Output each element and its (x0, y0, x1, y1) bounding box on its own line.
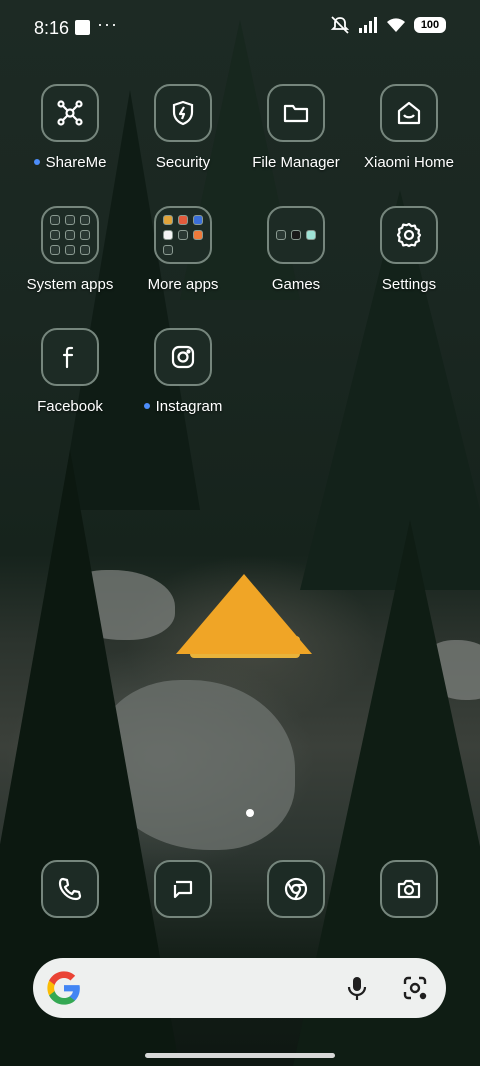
microphone-icon[interactable] (344, 975, 370, 1001)
mini-app-icon (65, 215, 75, 225)
shield-icon[interactable] (154, 84, 212, 142)
mute-icon (330, 16, 350, 34)
app-xiaomi-home[interactable]: Xiaomi Home (353, 84, 465, 171)
square-notification-icon (75, 20, 90, 35)
gear-icon[interactable] (380, 206, 438, 264)
dock-chrome[interactable] (240, 860, 352, 918)
signal-icon (359, 17, 377, 33)
mini-app-icon (50, 230, 60, 240)
app-label: More apps (147, 276, 219, 293)
mini-app-icon (65, 230, 75, 240)
new-badge-dot (143, 403, 150, 410)
wifi-icon (387, 18, 405, 32)
folder-grid-icon[interactable] (41, 206, 99, 264)
mini-app-icon (163, 230, 173, 240)
app-file-manager[interactable]: File Manager (240, 84, 352, 171)
folder-icon[interactable] (267, 84, 325, 142)
mini-app-icon (80, 215, 90, 225)
battery-indicator: 100 (414, 17, 446, 33)
mini-app-icon (193, 215, 203, 225)
folder-games[interactable]: Games (240, 206, 352, 293)
more-dots-icon: ··· (97, 14, 118, 34)
mini-app-icon (65, 245, 75, 255)
folder-more-apps[interactable]: More apps (127, 206, 239, 293)
mini-app-icon (178, 215, 188, 225)
app-label: Security (155, 154, 211, 171)
mini-app-icon (163, 245, 173, 255)
mini-app-icon (193, 230, 203, 240)
mini-app-icon (276, 230, 286, 240)
google-search-bar[interactable] (33, 958, 446, 1018)
new-badge-dot (33, 159, 40, 166)
dock-camera[interactable] (353, 860, 465, 918)
home-icon[interactable] (380, 84, 438, 142)
camera-icon[interactable] (380, 860, 438, 918)
app-facebook[interactable]: Facebook (14, 328, 126, 415)
app-label: Settings (381, 276, 437, 293)
app-label: Games (271, 276, 321, 293)
system-status-icons: 100 (330, 16, 446, 34)
dock-messages[interactable] (127, 860, 239, 918)
mini-app-icon (163, 215, 173, 225)
folder-grid-icon[interactable] (267, 206, 325, 264)
app-settings[interactable]: Settings (353, 206, 465, 293)
google-icon (47, 971, 80, 1005)
gesture-nav-handle[interactable] (145, 1053, 335, 1058)
mini-app-icon (80, 245, 90, 255)
mini-app-icon (50, 245, 60, 255)
app-instagram[interactable]: Instagram (127, 328, 239, 415)
mini-app-icon (80, 230, 90, 240)
mini-app-icon (50, 215, 60, 225)
folder-grid-icon[interactable] (154, 206, 212, 264)
mini-app-icon (178, 230, 188, 240)
mini-app-icon (291, 230, 301, 240)
app-label: Instagram (155, 398, 223, 415)
instagram-icon[interactable] (154, 328, 212, 386)
app-label: Facebook (37, 398, 103, 415)
page-indicator (246, 809, 254, 817)
app-security[interactable]: Security (127, 84, 239, 171)
message-icon[interactable] (154, 860, 212, 918)
app-shareme[interactable]: ShareMe (14, 84, 126, 171)
facebook-icon[interactable] (41, 328, 99, 386)
app-label: ShareMe (45, 154, 107, 171)
chrome-icon[interactable] (267, 860, 325, 918)
status-time: 8:16 (34, 18, 70, 38)
phone-icon[interactable] (41, 860, 99, 918)
app-label: Xiaomi Home (363, 154, 455, 171)
app-label: File Manager (252, 154, 340, 171)
status-bar: 8:16 ··· 100 (0, 0, 480, 56)
dock-phone[interactable] (14, 860, 126, 918)
mini-app-icon (306, 230, 316, 240)
folder-system-apps[interactable]: System apps (14, 206, 126, 293)
app-label: System apps (26, 276, 114, 293)
lens-icon[interactable] (401, 974, 429, 1002)
shareme-icon[interactable] (41, 84, 99, 142)
